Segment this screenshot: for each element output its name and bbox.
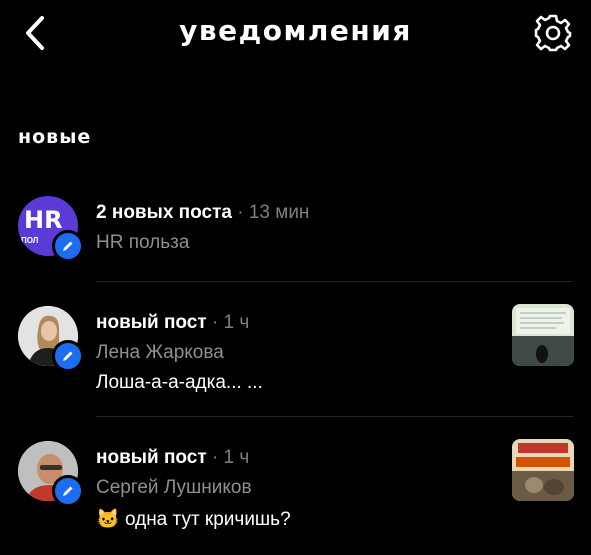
notification-author: HR польза — [96, 232, 190, 253]
notification-title: новый пост — [96, 447, 207, 468]
notification-preview: одна тут кричишь? — [124, 509, 291, 530]
post-thumbnail[interactable] — [512, 439, 574, 501]
notification-author: Лена Жаркова — [96, 342, 224, 363]
notification-title-line: новый пост · 1 ч — [96, 312, 249, 334]
settings-button[interactable] — [532, 12, 574, 54]
notification-title-line: 2 новых поста · 13 мин — [96, 202, 309, 224]
post-thumbnail-image-icon — [512, 439, 574, 501]
notification-title: новый пост — [96, 312, 207, 333]
post-thumbnail[interactable] — [512, 304, 574, 366]
avatar-logo-subtext: ПОЛ — [21, 236, 39, 245]
divider — [96, 416, 573, 417]
post-thumbnail-image-icon — [512, 304, 574, 366]
section-label-new: новые — [18, 126, 92, 148]
separator: · — [211, 312, 219, 333]
divider — [96, 281, 573, 282]
verified-badge — [52, 230, 84, 262]
avatar[interactable] — [18, 306, 84, 372]
cat-emoji-icon: 🐱 — [96, 509, 120, 530]
notification-time: 1 ч — [223, 447, 250, 468]
separator: · — [211, 447, 219, 468]
notification-preview: Лоша-а-а-адка... ... — [96, 372, 263, 393]
verified-badge — [52, 475, 84, 507]
header: уведомления — [0, 0, 591, 68]
notification-item[interactable]: HR ПОЛ 2 новых поста · 13 мин HR польза — [0, 196, 591, 280]
notification-title: 2 новых поста — [96, 202, 232, 223]
gear-icon — [534, 14, 572, 52]
notification-author: Сергей Лушников — [96, 477, 252, 498]
notification-preview-line: 🐱 одна тут кричишь? — [96, 507, 291, 531]
avatar[interactable] — [18, 441, 84, 507]
pencil-icon — [63, 486, 73, 496]
notification-item[interactable]: новый пост · 1 ч Сергей Лушников 🐱 одна … — [0, 439, 591, 541]
notification-time: 13 мин — [248, 202, 310, 223]
verified-badge — [52, 340, 84, 372]
page-title: уведомления — [179, 14, 412, 47]
pencil-icon — [63, 241, 73, 251]
separator: · — [237, 202, 244, 223]
notification-item[interactable]: новый пост · 1 ч Лена Жаркова Лоша-а-а-а… — [0, 304, 591, 406]
avatar-logo-text: HR — [24, 206, 63, 234]
pencil-icon — [63, 351, 73, 361]
avatar[interactable]: HR ПОЛ — [18, 196, 84, 262]
notification-title-line: новый пост · 1 ч — [96, 447, 249, 469]
notification-time: 1 ч — [223, 312, 250, 333]
